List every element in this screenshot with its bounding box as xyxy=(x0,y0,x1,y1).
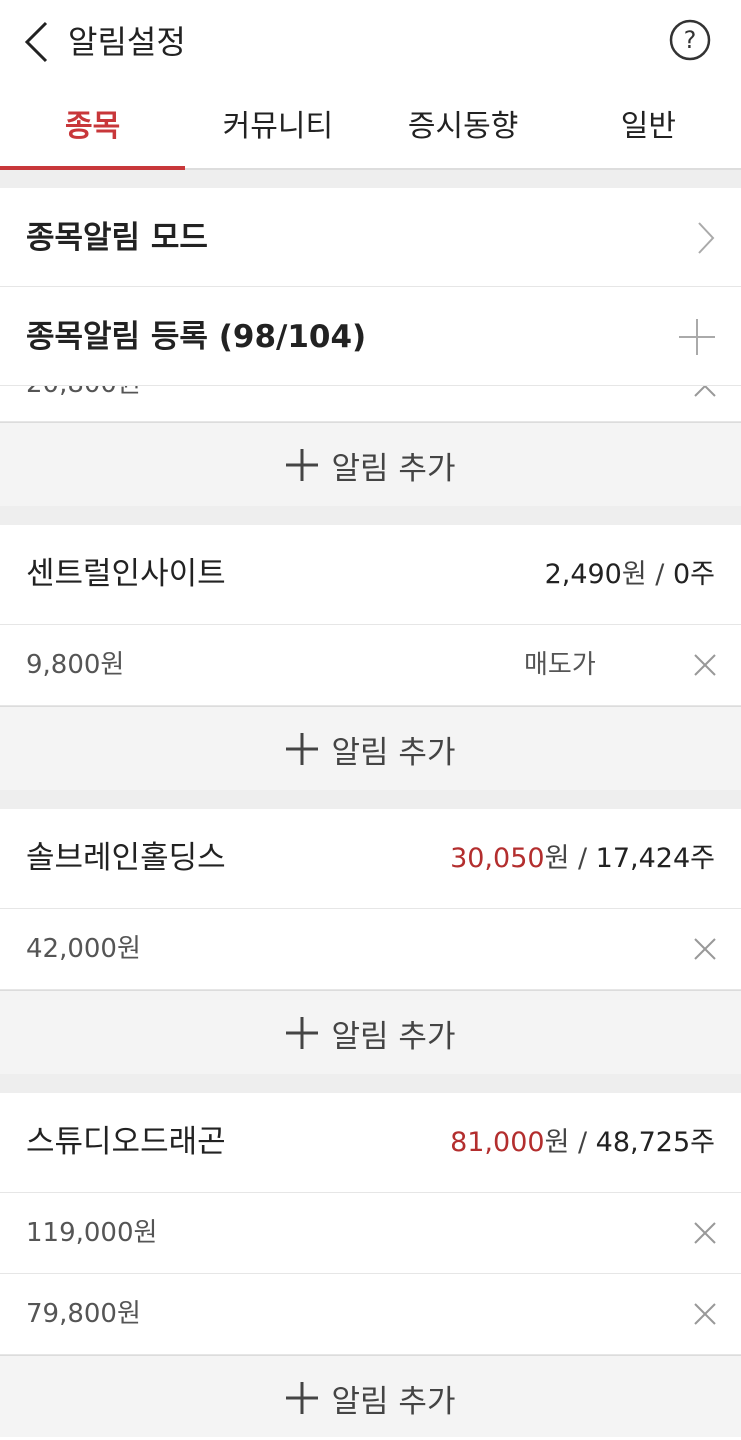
alert-value: 79,800원 xyxy=(26,1299,141,1329)
price-unit: 원 xyxy=(544,843,570,874)
alert-row[interactable]: 79,800원 xyxy=(0,1274,741,1355)
svg-text:?: ? xyxy=(684,26,697,54)
chevron-right-icon xyxy=(698,222,715,254)
add-alert-label: 알림 추가 xyxy=(331,1018,456,1055)
close-icon[interactable] xyxy=(693,1302,717,1326)
alert-value: 119,000원 xyxy=(26,1218,158,1248)
stock-price-info: 30,050원 / 17,424주 xyxy=(450,839,715,879)
separator: / xyxy=(569,1127,596,1158)
close-icon[interactable] xyxy=(693,653,717,677)
add-alert-label: 알림 추가 xyxy=(331,1383,456,1420)
plus-icon xyxy=(285,449,318,481)
add-alert-label: 알림 추가 xyxy=(331,450,456,487)
stock-alert-mode-row[interactable]: 종목알림 모드 xyxy=(0,188,741,287)
tab-stocks[interactable]: 종목 xyxy=(0,84,186,170)
stock-price: 2,490 xyxy=(544,559,622,590)
stock-header[interactable]: 솔브레인홀딩스 30,050원 / 17,424주 xyxy=(0,809,741,909)
add-alert-button[interactable]: 알림 추가 xyxy=(0,706,741,790)
add-alert-button[interactable]: 알림 추가 xyxy=(0,1355,741,1437)
plus-icon xyxy=(285,1017,318,1049)
close-icon[interactable] xyxy=(693,937,717,961)
section-divider xyxy=(0,506,741,525)
stock-name: 솔브레인홀딩스 xyxy=(26,840,226,876)
add-alert-button[interactable]: 알림 추가 xyxy=(0,422,741,506)
section-divider xyxy=(0,790,741,809)
stock-header[interactable]: 스튜디오드래곤 81,000원 / 48,725주 xyxy=(0,1093,741,1193)
plus-icon xyxy=(285,733,318,765)
alert-value: 20,800원 xyxy=(26,386,141,402)
alert-row[interactable]: 42,000원 xyxy=(0,909,741,990)
stock-price: 30,050 xyxy=(450,843,545,874)
alert-value: 9,800원 xyxy=(26,650,125,680)
app-header: 알림설정 ? xyxy=(0,0,741,84)
stock-name: 스튜디오드래곤 xyxy=(26,1124,226,1160)
separator: / xyxy=(646,559,673,590)
tab-general[interactable]: 일반 xyxy=(556,84,741,168)
plus-icon[interactable] xyxy=(679,319,715,355)
alert-row[interactable]: 119,000원 xyxy=(0,1193,741,1274)
close-icon[interactable] xyxy=(693,386,717,398)
back-arrow-icon[interactable] xyxy=(22,20,52,64)
add-alert-label: 알림 추가 xyxy=(331,734,456,771)
help-icon[interactable]: ? xyxy=(669,19,711,61)
stock-price: 81,000 xyxy=(450,1127,545,1158)
stock-alert-mode-label: 종목알림 모드 xyxy=(26,220,208,256)
stock-alert-register-row: 종목알림 등록 (98/104) xyxy=(0,287,741,386)
stock-price-info: 81,000원 / 48,725주 xyxy=(450,1123,715,1163)
price-unit: 원 xyxy=(621,559,647,590)
stock-name: 센트럴인사이트 xyxy=(26,556,226,592)
partial-alert-row: 20,800원 xyxy=(0,386,741,422)
tab-community[interactable]: 커뮤니티 xyxy=(185,84,370,168)
alert-row[interactable]: 9,800원 매도가 xyxy=(0,625,741,706)
stock-shares: 17,424주 xyxy=(595,843,715,874)
page-title: 알림설정 xyxy=(68,23,186,61)
section-divider xyxy=(0,170,741,188)
separator: / xyxy=(569,843,596,874)
alert-type: 매도가 xyxy=(524,650,596,680)
stock-shares: 48,725주 xyxy=(595,1127,715,1158)
add-alert-button[interactable]: 알림 추가 xyxy=(0,990,741,1074)
stock-alert-register-label: 종목알림 등록 (98/104) xyxy=(26,319,367,355)
plus-icon xyxy=(285,1382,318,1414)
tab-market-trend[interactable]: 증시동향 xyxy=(371,84,556,168)
stock-header[interactable]: 센트럴인사이트 2,490원 / 0주 xyxy=(0,525,741,625)
stock-shares: 0주 xyxy=(672,559,715,590)
price-unit: 원 xyxy=(544,1127,570,1158)
alert-value: 42,000원 xyxy=(26,934,141,964)
tab-bar: 종목 커뮤니티 증시동향 일반 xyxy=(0,84,741,170)
close-icon[interactable] xyxy=(693,1221,717,1245)
section-divider xyxy=(0,1074,741,1093)
stock-price-info: 2,490원 / 0주 xyxy=(545,555,715,595)
